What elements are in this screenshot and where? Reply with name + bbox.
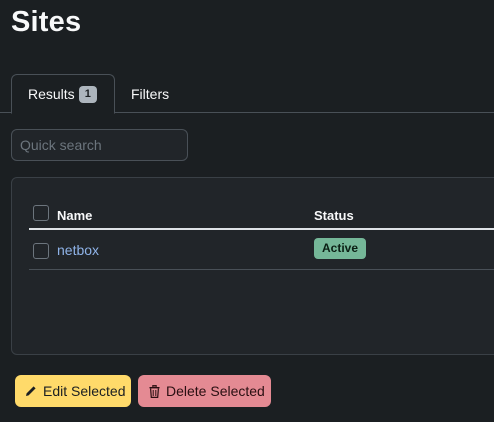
edit-selected-label: Edit Selected (43, 383, 126, 399)
row-select-checkbox[interactable] (33, 243, 49, 259)
tab-results-label: Results (28, 86, 75, 102)
tab-filters-label: Filters (131, 85, 170, 102)
edit-selected-button[interactable]: Edit Selected (15, 375, 131, 407)
page: Sites Results 1 Filters Name Status netb… (0, 0, 494, 422)
results-table-card: Name Status netbox Active (11, 177, 494, 355)
delete-selected-button[interactable]: Delete Selected (138, 375, 271, 407)
column-header-name[interactable]: Name (57, 208, 92, 223)
quick-search-input[interactable] (11, 129, 188, 161)
pencil-icon (25, 384, 37, 398)
table-header: Name Status (29, 202, 494, 230)
tab-results[interactable]: Results 1 (11, 74, 115, 114)
table-row: netbox Active (29, 232, 494, 270)
results-count-badge: 1 (78, 85, 97, 103)
site-name-link[interactable]: netbox (57, 242, 99, 258)
trash-icon (148, 384, 160, 398)
tab-bar: Results 1 Filters (0, 74, 494, 114)
status-badge: Active (314, 238, 367, 259)
select-all-checkbox[interactable] (33, 205, 49, 221)
column-header-status[interactable]: Status (314, 208, 354, 223)
delete-selected-label: Delete Selected (166, 383, 265, 399)
tab-filters[interactable]: Filters (131, 74, 169, 113)
page-title: Sites (11, 6, 82, 38)
